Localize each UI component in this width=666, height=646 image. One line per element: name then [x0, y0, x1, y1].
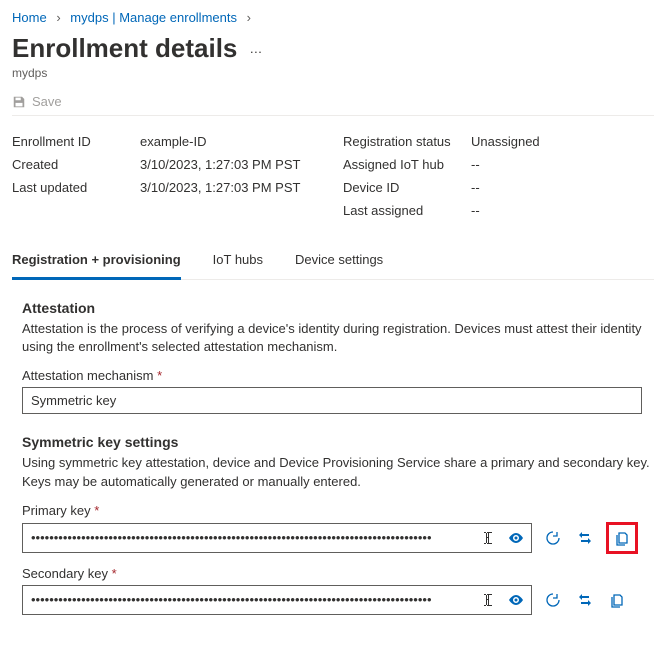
tab-registration-provisioning[interactable]: Registration + provisioning — [12, 246, 181, 280]
last-assigned-value: -- — [471, 199, 654, 222]
created-label: Created — [12, 153, 140, 176]
save-button: Save — [32, 94, 62, 109]
last-updated-label: Last updated — [12, 176, 140, 199]
attestation-section: Attestation Attestation is the process o… — [22, 300, 654, 414]
regenerate-icon[interactable] — [542, 589, 564, 611]
tab-device-settings[interactable]: Device settings — [295, 246, 383, 279]
chevron-right-icon: › — [247, 10, 251, 25]
copy-icon[interactable] — [611, 527, 633, 549]
more-menu[interactable]: … — [249, 41, 263, 56]
registration-status-value: Unassigned — [471, 130, 654, 153]
primary-key-input[interactable]: ••••••••••••••••••••••••••••••••••••••••… — [22, 523, 532, 553]
eye-icon[interactable] — [505, 527, 527, 549]
required-asterisk: * — [94, 503, 99, 518]
breadcrumb: Home › mydps | Manage enrollments › — [12, 8, 654, 33]
breadcrumb-parent[interactable]: mydps | Manage enrollments — [70, 10, 240, 25]
secondary-key-label: Secondary key — [22, 566, 108, 581]
attestation-desc: Attestation is the process of verifying … — [22, 320, 654, 356]
cursor-icon[interactable] — [477, 589, 499, 611]
symkey-heading: Symmetric key settings — [22, 434, 654, 450]
primary-key-label: Primary key — [22, 503, 91, 518]
secondary-key-mask: ••••••••••••••••••••••••••••••••••••••••… — [31, 592, 523, 607]
copy-icon[interactable] — [606, 589, 628, 611]
regenerate-icon[interactable] — [542, 527, 564, 549]
secondary-key-input[interactable]: ••••••••••••••••••••••••••••••••••••••••… — [22, 585, 532, 615]
save-icon — [12, 95, 26, 109]
swap-icon[interactable] — [574, 527, 596, 549]
page-subtitle: mydps — [12, 66, 654, 80]
attestation-mechanism-select[interactable]: Symmetric key — [22, 387, 642, 414]
symmetric-key-section: Symmetric key settings Using symmetric k… — [22, 434, 654, 614]
last-assigned-label: Last assigned — [343, 199, 471, 222]
command-bar: Save — [12, 94, 654, 116]
last-updated-value: 3/10/2023, 1:27:03 PM PST — [140, 176, 323, 199]
enrollment-id-value: example-ID — [140, 130, 323, 153]
chevron-right-icon: › — [56, 10, 60, 25]
page-title: Enrollment details — [12, 33, 237, 64]
symkey-desc: Using symmetric key attestation, device … — [22, 454, 654, 490]
summary-panel: Enrollment ID example-ID Created 3/10/20… — [12, 130, 654, 222]
created-value: 3/10/2023, 1:27:03 PM PST — [140, 153, 323, 176]
cursor-icon[interactable] — [477, 527, 499, 549]
attestation-mechanism-label: Attestation mechanism — [22, 368, 154, 383]
tabs: Registration + provisioning IoT hubs Dev… — [12, 246, 654, 280]
registration-status-label: Registration status — [343, 130, 471, 153]
enrollment-id-label: Enrollment ID — [12, 130, 140, 153]
copy-button-highlight — [606, 522, 638, 554]
device-id-value: -- — [471, 176, 654, 199]
tab-iot-hubs[interactable]: IoT hubs — [213, 246, 263, 279]
required-asterisk: * — [157, 368, 162, 383]
breadcrumb-home[interactable]: Home — [12, 10, 47, 25]
eye-icon[interactable] — [505, 589, 527, 611]
swap-icon[interactable] — [574, 589, 596, 611]
device-id-label: Device ID — [343, 176, 471, 199]
required-asterisk: * — [112, 566, 117, 581]
assigned-hub-value: -- — [471, 153, 654, 176]
primary-key-mask: ••••••••••••••••••••••••••••••••••••••••… — [31, 530, 523, 545]
assigned-hub-label: Assigned IoT hub — [343, 153, 471, 176]
attestation-heading: Attestation — [22, 300, 654, 316]
